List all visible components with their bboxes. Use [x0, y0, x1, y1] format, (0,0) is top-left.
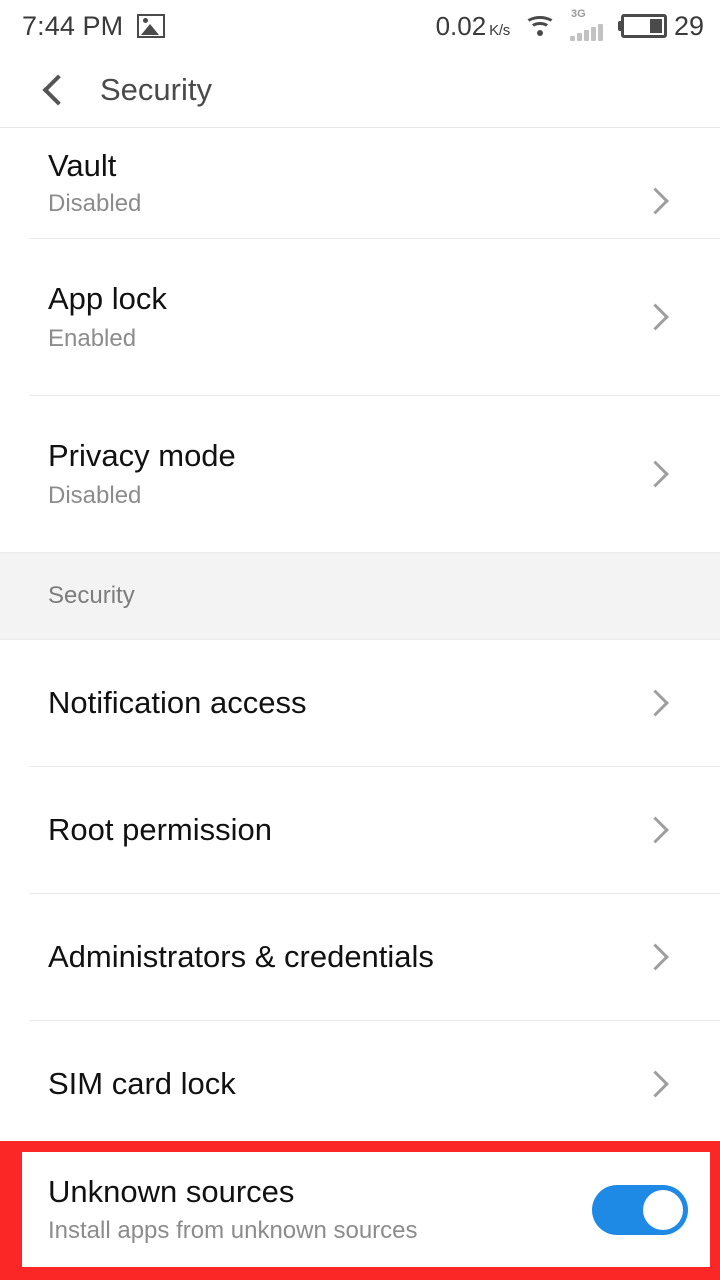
row-title: Administrators & credentials: [48, 938, 434, 974]
back-chevron-icon[interactable]: [34, 68, 78, 112]
settings-row-vault[interactable]: Vault Disabled: [0, 128, 720, 238]
row-title: Unknown sources: [48, 1173, 295, 1209]
chevron-right-icon: [642, 815, 672, 845]
settings-row-sim-card-lock[interactable]: SIM card lock: [0, 1021, 720, 1147]
status-bar-left: 7:44 PM: [22, 10, 166, 42]
settings-row-app-lock[interactable]: App lock Enabled: [0, 239, 720, 395]
status-clock: 7:44 PM: [22, 10, 124, 41]
row-texts: Privacy mode Disabled: [48, 440, 236, 508]
row-texts: Unknown sources Install apps from unknow…: [48, 1173, 418, 1245]
row-title: Vault: [48, 148, 117, 184]
chevron-right-icon: [642, 302, 672, 332]
network-speed-unit: K/s: [489, 21, 510, 39]
row-title: App lock: [48, 281, 167, 317]
settings-list: Vault Disabled App lock Enabled Privacy …: [0, 128, 720, 1148]
settings-row-privacy-mode[interactable]: Privacy mode Disabled: [0, 396, 720, 552]
status-bar: 7:44 PM 0.02 K/s 3G 29: [0, 0, 720, 52]
row-texts: Notification access: [48, 684, 307, 720]
row-texts: Administrators & credentials: [48, 938, 434, 974]
status-bar-right: 0.02 K/s 3G 29: [435, 8, 704, 42]
chevron-right-icon: [642, 1069, 672, 1099]
row-texts: SIM card lock: [48, 1065, 236, 1101]
row-subtitle: Disabled: [48, 481, 142, 509]
row-subtitle: Enabled: [48, 324, 137, 352]
signal-generation-label: 3G: [570, 8, 586, 20]
section-header-label: Security: [48, 582, 135, 609]
row-subtitle: Disabled: [48, 189, 142, 217]
highlight-annotation-box: Unknown sources Install apps from unknow…: [0, 1141, 720, 1280]
unknown-sources-toggle[interactable]: [592, 1184, 688, 1235]
battery-icon: [620, 14, 667, 38]
battery-indicator: 29: [620, 10, 704, 42]
settings-row-notification-access[interactable]: Notification access: [0, 640, 720, 766]
app-bar: Security: [0, 52, 720, 128]
network-speed: 0.02 K/s: [435, 10, 511, 42]
row-texts: App lock Enabled: [48, 283, 167, 351]
settings-row-root-permission[interactable]: Root permission: [0, 767, 720, 893]
row-title: Root permission: [48, 811, 272, 847]
chevron-right-icon: [642, 459, 672, 489]
toggle-knob: [643, 1189, 683, 1230]
chevron-right-icon: [642, 186, 672, 216]
row-title: Privacy mode: [48, 438, 236, 474]
chevron-right-icon: [642, 688, 672, 718]
battery-percent-label: 29: [673, 10, 704, 41]
wifi-icon: [523, 14, 556, 38]
photo-icon: [137, 14, 166, 38]
page-title: Security: [100, 71, 212, 107]
row-texts: Root permission: [48, 811, 272, 847]
settings-row-administrators-credentials[interactable]: Administrators & credentials: [0, 894, 720, 1020]
section-header-security: Security: [0, 552, 720, 640]
chevron-right-icon: [642, 942, 672, 972]
network-speed-value: 0.02: [435, 10, 487, 41]
signal-bars-icon: 3G: [569, 8, 606, 41]
row-subtitle: Install apps from unknown sources: [48, 1217, 418, 1245]
row-title: SIM card lock: [48, 1065, 236, 1101]
settings-row-unknown-sources[interactable]: Unknown sources Install apps from unknow…: [22, 1152, 710, 1267]
row-title: Notification access: [48, 684, 307, 720]
row-texts: Vault Disabled: [48, 150, 141, 216]
